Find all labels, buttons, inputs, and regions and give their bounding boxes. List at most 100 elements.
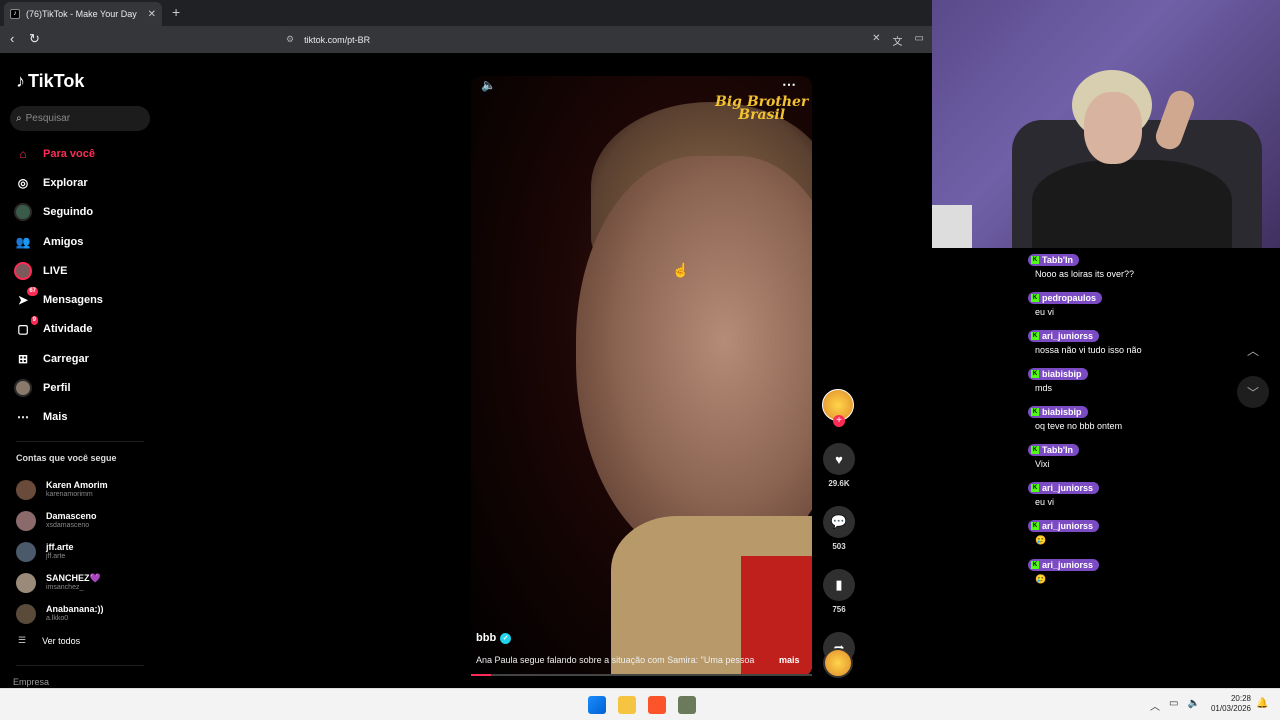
account-username: xsdamasceno (46, 522, 90, 529)
friends-icon: 👥 (15, 234, 31, 249)
avatar (16, 510, 36, 531)
profile-avatar-icon (14, 379, 32, 398)
nav-label: Para você (43, 147, 95, 160)
chat-username-badge[interactable]: Kbiabisbip (1028, 368, 1088, 380)
nav-item-mensagens[interactable]: ➤ 67 Mensagens (14, 285, 154, 314)
nav-item-explorar[interactable]: ◎ Explorar (14, 168, 154, 197)
following-list: Karen Amorim karenamorimm Damasceno xsdama… (16, 474, 156, 629)
nav-item-live[interactable]: LIVE (14, 256, 154, 285)
account-username: jff.arte (46, 553, 66, 560)
nav-label: Perfil (43, 382, 71, 395)
scroll-down-button[interactable]: ﹀ (1237, 376, 1269, 408)
chat-message: K Tabb'In Vixi (1028, 438, 1238, 469)
nav-item-perfil[interactable]: Perfil (14, 373, 154, 402)
nav-item-seguindo[interactable]: Seguindo (14, 198, 154, 227)
close-tab-icon[interactable]: ✕ (148, 9, 156, 20)
tray-chevron-icon[interactable]: ︿ (1150, 698, 1160, 713)
search-icon: ⌕ (16, 113, 22, 124)
app-icon[interactable] (678, 696, 696, 714)
chat-username: ari_juniorss (1042, 331, 1094, 341)
music-disc-icon[interactable] (823, 648, 853, 678)
follow-plus-icon[interactable]: + (833, 415, 845, 427)
volume-icon[interactable]: 🔈 (481, 78, 496, 92)
home-icon: ⌂ (19, 146, 27, 161)
cast-icon[interactable]: ▭ (915, 33, 924, 48)
chat-username: ari_juniorss (1042, 560, 1094, 570)
kick-badge-icon: K (1031, 256, 1039, 264)
nav-item-mais[interactable]: ⋯ Mais (14, 403, 154, 432)
chat-username-badge[interactable]: Kbiabisbip (1028, 406, 1088, 418)
new-tab-button[interactable]: + (172, 4, 180, 20)
following-account[interactable]: Karen Amorim karenamorimm (16, 474, 156, 505)
company-link[interactable]: Empresa (13, 677, 49, 687)
back-icon[interactable]: ‹ (10, 31, 14, 46)
nav-item-amigos[interactable]: 👥 Amigos (14, 227, 154, 256)
video-author[interactable]: bbb ✓ (476, 632, 512, 644)
chat-username: pedropaulos (1042, 293, 1097, 303)
avatar (16, 572, 36, 593)
account-username: karenamorimm (46, 491, 93, 498)
upload-icon: ⊞ (17, 351, 29, 366)
comment-action[interactable]: 💬 503 (822, 506, 856, 551)
video-player[interactable]: Big Brother Brasil (471, 76, 812, 676)
kick-badge-icon: K (1031, 561, 1039, 569)
chat-username-badge[interactable]: K Tabb'In (1028, 444, 1079, 456)
nav-item-atividade[interactable]: ▢ 9 Atividade (14, 315, 154, 344)
chat-message: Kari_juniorss nossa não vi tudo isso não (1028, 324, 1238, 355)
caption-more-button[interactable]: mais (779, 655, 800, 665)
nav-item-carregar[interactable]: ⊞ Carregar (14, 344, 154, 373)
reload-icon[interactable]: ↻ (29, 31, 40, 47)
video-frame-face (576, 156, 812, 566)
tiktok-logo[interactable]: ♪ TikTok (16, 71, 84, 92)
brave-browser-icon[interactable] (648, 696, 666, 714)
search-placeholder: Pesquisar (25, 113, 71, 124)
chat-username-badge[interactable]: Kari_juniorss (1028, 520, 1100, 532)
tiktok-favicon-icon: ♪ (10, 9, 20, 19)
network-icon[interactable]: ▭ (1169, 698, 1178, 713)
chat-username-badge[interactable]: Kari_juniorss (1028, 482, 1100, 494)
like-action[interactable]: ♥ 29.6K (822, 443, 856, 488)
avatar (16, 603, 36, 624)
heart-icon[interactable]: ♥ (823, 443, 855, 475)
chat-text: mds (1035, 383, 1053, 393)
save-action[interactable]: ▮ 756 (822, 569, 856, 614)
comment-count: 503 (832, 542, 846, 551)
browser-tab[interactable]: ♪ (76)TikTok - Make Your Day ✕ (4, 2, 162, 26)
chat-username-badge[interactable]: K Tabb'In (1028, 254, 1079, 266)
following-account[interactable]: SANCHEZ💜 imsanchez_ (16, 567, 156, 598)
chat-username-badge[interactable]: Kari_juniorss (1028, 559, 1100, 571)
comment-icon[interactable]: 💬 (823, 506, 855, 538)
following-account[interactable]: jff.arte jff.arte (16, 536, 156, 567)
nav-label: Atividade (43, 323, 93, 336)
kick-badge-icon: K (1031, 294, 1039, 302)
scroll-up-button[interactable]: ︿ (1237, 334, 1269, 366)
chat-username-badge[interactable]: Kari_juniorss (1028, 330, 1100, 342)
following-account[interactable]: Anabanana:)) a.lkko0 (16, 598, 156, 629)
nav-label: Explorar (43, 176, 88, 189)
account-name: Karen Amorim (46, 480, 108, 490)
windows-start-icon[interactable] (588, 696, 606, 714)
bookmark-icon[interactable]: ▮ (823, 569, 855, 601)
notifications-icon[interactable]: 🔔 (1256, 698, 1268, 709)
search-input[interactable]: ⌕ Pesquisar (10, 106, 150, 131)
sidebar-divider (16, 441, 144, 442)
live-icon (14, 261, 32, 280)
creator-avatar[interactable]: + (822, 389, 854, 427)
url-field[interactable]: ⚙ tiktok.com/pt-BR (280, 30, 928, 49)
file-explorer-icon[interactable] (618, 696, 636, 714)
following-account[interactable]: Damasceno xsdamasceno (16, 505, 156, 536)
volume-tray-icon[interactable]: 🔈 (1187, 698, 1199, 713)
taskbar-clock[interactable]: 20:28 01/03/2026 (1206, 694, 1251, 714)
kick-badge-icon: K (1031, 446, 1039, 454)
avatar (16, 541, 36, 562)
nav-item-para-voce[interactable]: ⌂ Para você (14, 139, 154, 168)
mute-tab-icon[interactable]: ✕ (872, 33, 880, 48)
site-info-icon[interactable]: ⚙ (286, 34, 294, 45)
chat-username-badge[interactable]: Kpedropaulos (1028, 292, 1103, 304)
translate-icon[interactable]: 文 (893, 33, 903, 48)
sidebar: ♪ TikTok ⌕ Pesquisar ⌂ Para você ◎ Explo… (0, 53, 160, 688)
see-all-button[interactable]: ☰ Ver todos (18, 635, 80, 646)
video-more-options-icon[interactable]: ⋯ (782, 76, 796, 93)
video-progress-bar[interactable] (471, 674, 812, 676)
avatar (16, 479, 36, 500)
